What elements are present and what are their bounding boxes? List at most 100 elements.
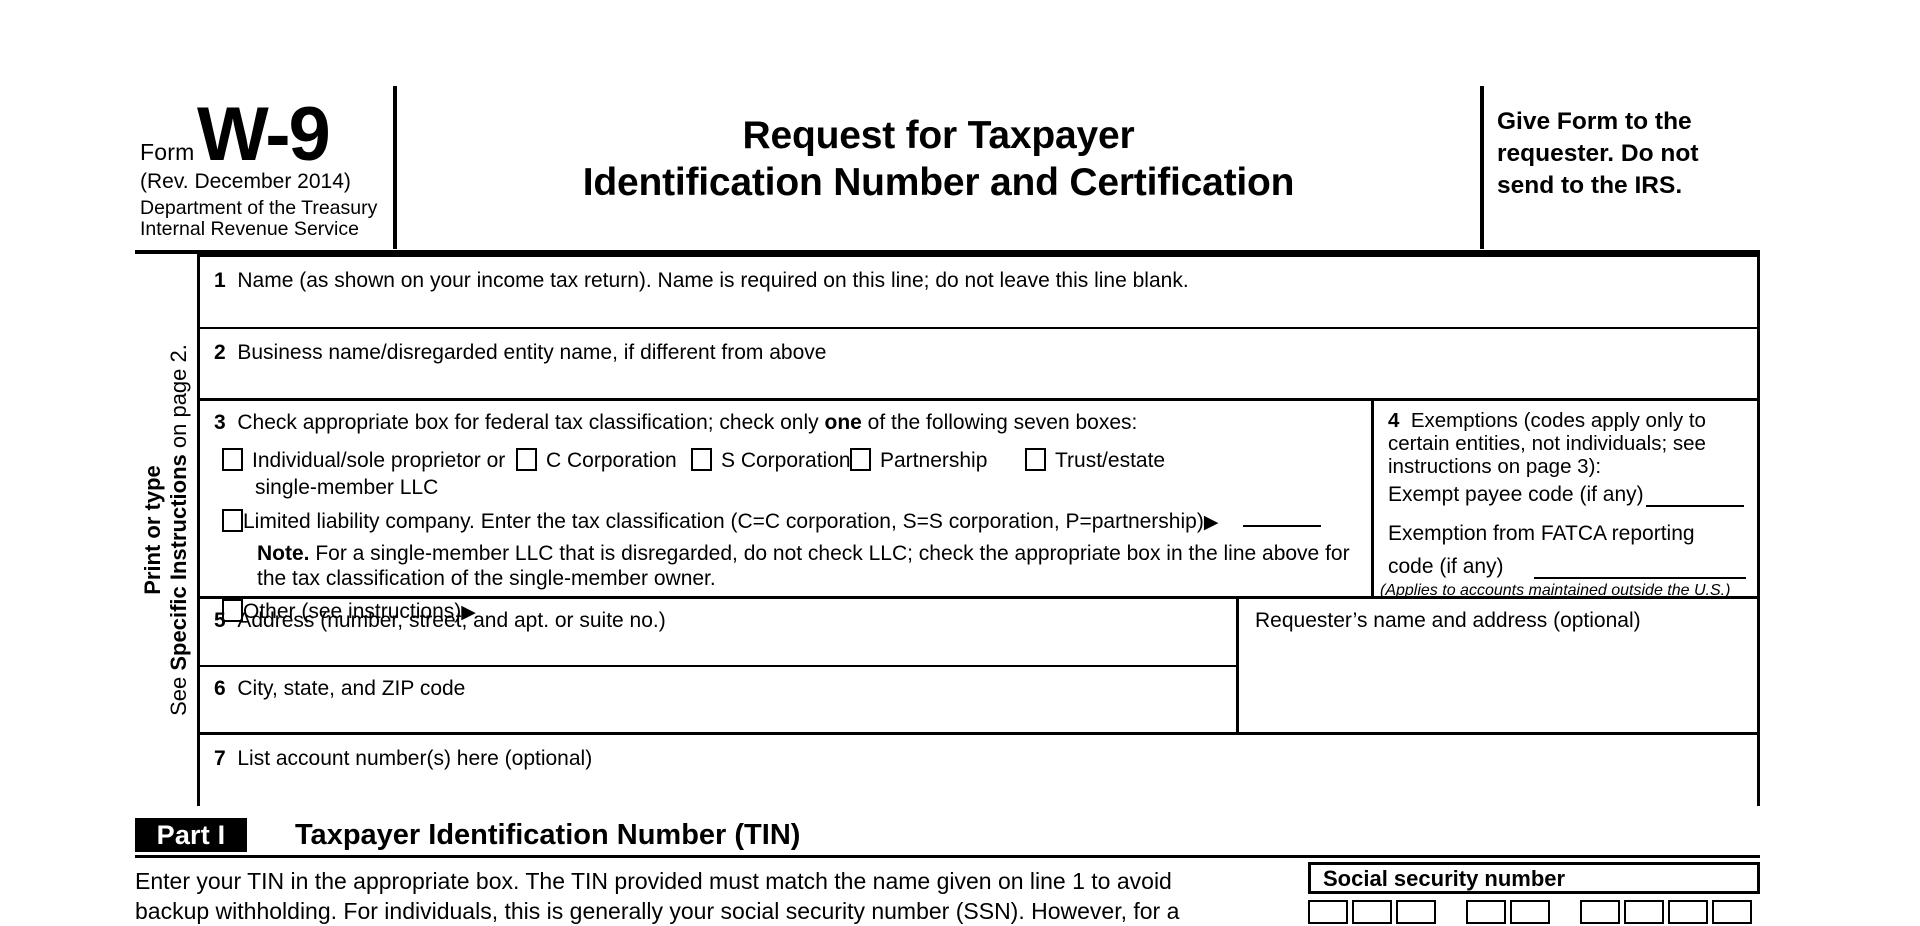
department-treasury-label: Department of the Treasury xyxy=(140,197,378,219)
line7-label: List account number(s) here (optional) xyxy=(237,747,593,770)
form-body: 1 Name (as shown on your income tax retu… xyxy=(200,254,1760,806)
line2-label: Business name/disregarded entity name, i… xyxy=(237,341,827,364)
field-row-name[interactable]: 1 Name (as shown on your income tax retu… xyxy=(200,257,1757,329)
header-divider-right xyxy=(1480,86,1484,249)
ssn-cell-2[interactable] xyxy=(1352,900,1392,924)
fatca-label-line1: Exemption from FATCA reporting xyxy=(1388,522,1695,545)
social-security-number-cells[interactable] xyxy=(1308,900,1760,924)
checkbox-individual-label-line2: single-member LLC xyxy=(255,476,439,499)
part-1-section: Part I Taxpayer Identification Number (T… xyxy=(135,818,1760,924)
part-1-header-bar: Part I Taxpayer Identification Number (T… xyxy=(135,818,1760,858)
ssn-cell-6[interactable] xyxy=(1580,900,1620,924)
line3-label-group: 3 Check appropriate box for federal tax … xyxy=(214,411,1137,435)
line2-label-group: 2 Business name/disregarded entity name,… xyxy=(214,341,826,365)
checkbox-s-corporation[interactable] xyxy=(691,448,712,471)
form-title-line-1: Request for Taxpayer xyxy=(742,114,1135,157)
checkbox-partnership-label: Partnership xyxy=(880,449,988,472)
field-row-street-address[interactable]: 5 Address (number, street, and apt. or s… xyxy=(200,599,1236,667)
checkbox-row-trust-estate[interactable]: Trust/estate xyxy=(1025,448,1165,473)
line5-number: 5 xyxy=(214,609,226,632)
sidebar-specific-instructions-strong: Specific Instructions xyxy=(166,454,191,671)
checkbox-row-s-corporation[interactable]: S Corporation xyxy=(691,448,851,473)
checkbox-row-llc[interactable]: Limited liability company. Enter the tax… xyxy=(222,509,1218,534)
field-row-address: 5 Address (number, street, and apt. or s… xyxy=(200,599,1757,735)
ssn-cell-9[interactable] xyxy=(1712,900,1752,924)
tax-classification-block: 3 Check appropriate box for federal tax … xyxy=(200,401,1374,623)
field-row-tax-classification: 3 Check appropriate box for federal tax … xyxy=(200,401,1757,623)
field-row-city-state-zip[interactable]: 6 City, state, and ZIP code xyxy=(200,667,1236,732)
line7-label-group: 7 List account number(s) here (optional) xyxy=(214,747,592,771)
part-1-title: Taxpayer Identification Number (TIN) xyxy=(295,819,801,851)
line1-number: 1 xyxy=(214,269,226,292)
sidebar-page-suffix: on page 2. xyxy=(166,344,191,455)
field-row-account-numbers[interactable]: 7 List account number(s) here (optional) xyxy=(200,735,1757,806)
fatca-applies-note: (Applies to accounts maintained outside … xyxy=(1380,582,1731,599)
checkbox-trust-estate-label: Trust/estate xyxy=(1055,449,1166,472)
form-title-line-2: Identification Number and Certification xyxy=(582,161,1295,204)
llc-arrow-icon: ▶ xyxy=(1203,512,1219,533)
fatca-label-line2: code (if any) xyxy=(1388,555,1504,578)
sidebar-specific-instructions-label: See Specific Instructions on page 2. xyxy=(166,260,192,800)
line4-heading-group: 4 Exemptions (codes apply only to certai… xyxy=(1388,409,1746,478)
line3-number: 3 xyxy=(214,411,226,434)
line6-label-group: 6 City, state, and ZIP code xyxy=(214,677,465,701)
sidebar-rotated-text: Print or type See Specific Instructions … xyxy=(140,260,192,800)
part-1-tag: Part I xyxy=(135,818,247,852)
exemptions-block: 4 Exemptions (codes apply only to certai… xyxy=(1374,401,1757,599)
line3-label-strong: one xyxy=(824,411,862,434)
header-left-block: Form W-9 (Rev. December 2014) Department… xyxy=(135,84,393,250)
field-row-business-name[interactable]: 2 Business name/disregarded entity name,… xyxy=(200,329,1757,401)
checkbox-individual-sole-proprietor[interactable] xyxy=(222,448,243,471)
line6-number: 6 xyxy=(214,677,226,700)
part-1-instructions: Enter your TIN in the appropriate box. T… xyxy=(135,866,1250,926)
checkbox-llc-label: Limited liability company. Enter the tax… xyxy=(243,510,1204,533)
ssn-cell-8[interactable] xyxy=(1668,900,1708,924)
checkbox-trust-estate[interactable] xyxy=(1025,448,1046,471)
part-1-instructions-line-2: backup withholding. For individuals, thi… xyxy=(135,898,1180,924)
checkbox-limited-liability-company[interactable] xyxy=(222,509,243,532)
ssn-cell-4[interactable] xyxy=(1466,900,1506,924)
line7-number: 7 xyxy=(214,747,226,770)
internal-revenue-service-label: Internal Revenue Service xyxy=(140,218,359,240)
checkbox-partnership[interactable] xyxy=(850,448,871,471)
checkbox-c-corporation[interactable] xyxy=(516,448,537,471)
checkbox-individual-label: Individual/sole proprietor or xyxy=(252,449,506,472)
llc-note-strong: Note. xyxy=(257,542,310,565)
ssn-cell-5[interactable] xyxy=(1510,900,1550,924)
social-security-number-label: Social security number xyxy=(1308,862,1760,894)
line1-label: Name (as shown on your income tax return… xyxy=(237,269,1189,292)
line6-label: City, state, and ZIP code xyxy=(237,677,466,700)
line4-heading: Exemptions (codes apply only to certain … xyxy=(1388,409,1706,478)
line2-number: 2 xyxy=(214,341,226,364)
address-block: 5 Address (number, street, and apt. or s… xyxy=(200,599,1239,732)
llc-note-text: For a single-member LLC that is disregar… xyxy=(257,542,1350,590)
checkbox-s-corporation-label: S Corporation xyxy=(721,449,851,472)
line5-label-group: 5 Address (number, street, and apt. or s… xyxy=(214,609,666,633)
form-word-label: Form xyxy=(140,139,195,165)
sidebar-print-or-type-label: Print or type xyxy=(140,465,165,595)
requester-block[interactable]: Requester’s name and address (optional) xyxy=(1239,599,1757,732)
sidebar-see-prefix: See xyxy=(166,670,191,716)
line5-label: Address (number, street, and apt. or sui… xyxy=(237,609,666,632)
form-revision-date: (Rev. December 2014) xyxy=(140,170,351,193)
form-header: Form W-9 (Rev. December 2014) Department… xyxy=(135,84,1760,254)
social-security-number-box[interactable]: Social security number xyxy=(1308,862,1760,924)
w9-form-page: Form W-9 (Rev. December 2014) Department… xyxy=(0,0,1920,924)
header-title-block: Request for Taxpayer Identification Numb… xyxy=(397,84,1480,250)
checkbox-row-partnership[interactable]: Partnership xyxy=(850,448,987,473)
ssn-cell-7[interactable] xyxy=(1624,900,1664,924)
ssn-cell-3[interactable] xyxy=(1396,900,1436,924)
checkbox-row-c-corporation[interactable]: C Corporation xyxy=(516,448,677,473)
ssn-cell-1[interactable] xyxy=(1308,900,1348,924)
part-1-instructions-line-1: Enter your TIN in the appropriate box. T… xyxy=(135,868,1172,894)
llc-note: Note. For a single-member LLC that is di… xyxy=(257,541,1357,591)
line3-label: Check appropriate box for federal tax cl… xyxy=(237,411,1138,434)
form-number-title: W-9 xyxy=(197,92,331,177)
checkbox-row-individual[interactable]: Individual/sole proprietor or xyxy=(222,448,505,473)
give-form-notice: Give Form to the requester. Do not send … xyxy=(1497,108,1699,199)
print-or-type-sidebar: Print or type See Specific Instructions … xyxy=(135,254,200,806)
exempt-payee-code-rule xyxy=(1646,505,1744,507)
line1-label-group: 1 Name (as shown on your income tax retu… xyxy=(214,269,1189,293)
line4-number: 4 xyxy=(1388,409,1400,432)
exempt-payee-code-label: Exempt payee code (if any) xyxy=(1388,483,1644,506)
